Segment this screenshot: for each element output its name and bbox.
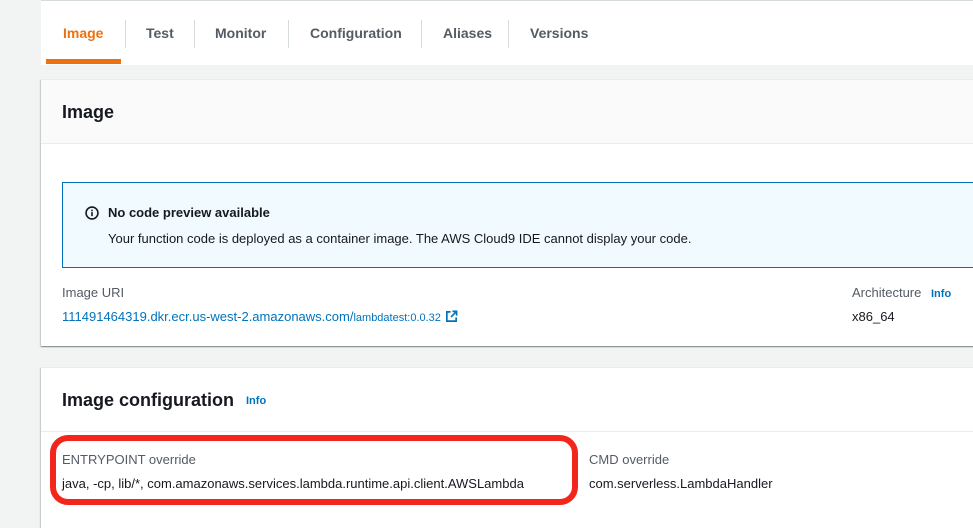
image-uri-label: Image URI [62, 285, 125, 300]
image-panel-header: Image [41, 80, 973, 144]
alert-message: Your function code is deployed as a cont… [108, 231, 692, 246]
info-circle-icon [85, 206, 99, 220]
architecture-info-link[interactable]: Info [931, 288, 951, 300]
image-configuration-title: Image configuration [62, 390, 235, 410]
image-configuration-panel: Image configuration Info ENTRYPOINT over… [41, 367, 973, 528]
tab-divider [194, 20, 195, 48]
tab-configuration[interactable]: Configuration [310, 1, 402, 65]
tab-divider [288, 20, 289, 48]
tab-image[interactable]: Image [63, 1, 103, 65]
image-uri-link[interactable]: 111491464319.dkr.ecr.us-west-2.amazonaws… [62, 309, 458, 324]
cmd-override-label: CMD override [589, 452, 670, 467]
image-uri-main: 111491464319.dkr.ecr.us-west-2.amazonaws… [62, 309, 354, 324]
cmd-override-value: com.serverless.LambdaHandler [589, 476, 773, 491]
architecture-value: x86_64 [852, 309, 895, 324]
alert-title: No code preview available [108, 205, 270, 220]
tab-divider [125, 20, 126, 48]
tab-versions[interactable]: Versions [530, 1, 588, 65]
tab-monitor[interactable]: Monitor [215, 1, 266, 65]
image-uri-tag: lambdatest:0.0.32 [353, 312, 441, 324]
architecture-label-text: Architecture [852, 285, 922, 300]
external-link-icon [445, 310, 458, 322]
image-panel-title: Image [62, 102, 115, 122]
tab-aliases[interactable]: Aliases [443, 1, 492, 65]
no-preview-alert: No code preview available Your function … [62, 182, 973, 268]
image-configuration-info-link[interactable]: Info [246, 395, 266, 407]
panel-divider [41, 431, 973, 432]
tab-test[interactable]: Test [146, 1, 174, 65]
tab-divider [508, 20, 509, 48]
image-panel-body: No code preview available Your function … [41, 144, 973, 346]
tab-bar: Image Test Monitor Configuration Aliases… [41, 0, 973, 65]
image-panel: Image No code preview available Your fun… [41, 79, 973, 346]
entrypoint-override-value: java, -cp, lib/*, com.amazonaws.services… [62, 476, 524, 491]
architecture-label: Architecture Info [852, 285, 951, 300]
tab-divider [421, 20, 422, 48]
active-tab-indicator [46, 59, 121, 64]
entrypoint-override-label: ENTRYPOINT override [62, 452, 196, 467]
